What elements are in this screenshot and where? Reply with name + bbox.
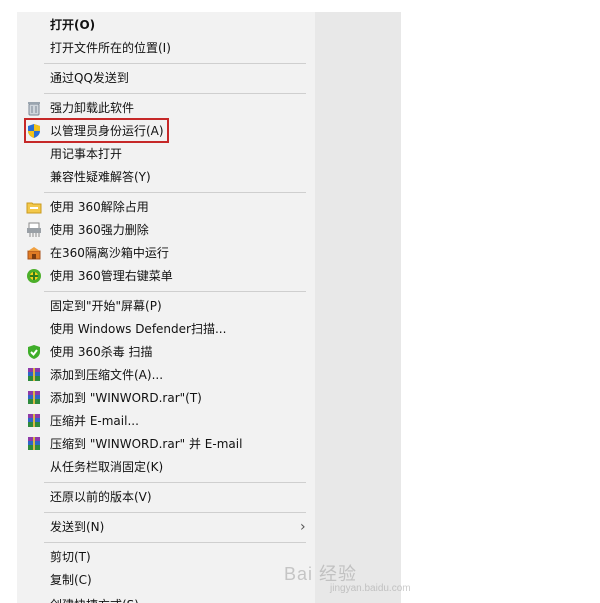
menu-item-label: 使用 360管理右键菜单 — [50, 269, 173, 283]
menu-item-label: 使用 360强力删除 — [50, 223, 149, 237]
menu-item-360-force-delete[interactable]: 使用 360强力删除 — [17, 219, 315, 241]
menu-item-open[interactable]: 打开(O) — [17, 14, 315, 36]
menu-item-label: 剪切(T) — [50, 550, 91, 564]
menu-item-force-uninstall[interactable]: 强力卸载此软件 — [17, 97, 315, 119]
menu-item-compress-rar-email[interactable]: 压缩到 "WINWORD.rar" 并 E-mail — [17, 433, 315, 455]
trash-icon — [28, 102, 40, 116]
context-menu: 打开(O) 打开文件所在的位置(I) 通过QQ发送到 强力卸载此软件 以管理员身… — [17, 12, 315, 603]
menu-item-label: 强力卸载此软件 — [50, 101, 135, 115]
menu-separator — [44, 192, 306, 193]
menu-item-360-antivirus-scan[interactable]: 使用 360杀毒 扫描 — [17, 341, 315, 363]
menu-item-add-to-winword-rar[interactable]: 添加到 "WINWORD.rar"(T) — [17, 387, 315, 409]
winrar-icon — [28, 391, 40, 404]
chevron-right-icon: › — [300, 519, 306, 535]
menu-item-restore-versions[interactable]: 还原以前的版本(V) — [17, 486, 315, 508]
sandbox-icon — [27, 247, 41, 260]
menu-item-send-to[interactable]: 发送到(N) › — [17, 516, 315, 538]
menu-item-create-shortcut[interactable]: 创建快捷方式(S) — [17, 594, 315, 603]
menu-item-label: 压缩并 E-mail... — [50, 414, 139, 428]
folder-unlock-icon — [26, 202, 42, 214]
antivirus-shield-icon — [28, 345, 40, 359]
menu-item-open-with-notepad[interactable]: 用记事本打开 — [17, 143, 315, 165]
menu-item-cut[interactable]: 剪切(T) — [17, 546, 315, 568]
menu-item-label: 从任务栏取消固定(K) — [50, 460, 164, 474]
menu-separator — [44, 512, 306, 513]
menu-item-label: 使用 Windows Defender扫描... — [50, 322, 227, 336]
menu-item-label: 添加到压缩文件(A)... — [50, 368, 164, 382]
menu-item-label: 创建快捷方式(S) — [50, 594, 139, 603]
menu-item-send-via-qq[interactable]: 通过QQ发送到 — [17, 67, 315, 89]
menu-separator — [44, 291, 306, 292]
menu-item-label: 固定到"开始"屏幕(P) — [50, 299, 162, 313]
menu-item-label: 打开(O) — [50, 18, 96, 32]
menu-item-360-sandbox[interactable]: 在360隔离沙箱中运行 — [17, 242, 315, 264]
shredder-icon — [27, 222, 41, 237]
menu-separator — [44, 542, 306, 543]
menu-item-label: 在360隔离沙箱中运行 — [50, 246, 169, 260]
menu-separator — [44, 93, 306, 94]
menu-item-label: 用记事本打开 — [50, 147, 123, 161]
menu-item-label: 还原以前的版本(V) — [50, 490, 152, 504]
menu-item-label: 复制(C) — [50, 573, 92, 587]
background-panel — [315, 12, 401, 603]
menu-separator — [44, 482, 306, 483]
menu-item-open-location[interactable]: 打开文件所在的位置(I) — [17, 37, 315, 59]
menu-item-label: 使用 360杀毒 扫描 — [50, 345, 153, 359]
menu-manager-icon — [27, 269, 41, 283]
watermark-url: jingyan.baidu.com — [330, 583, 411, 594]
winrar-icon — [28, 437, 40, 450]
winrar-icon — [28, 368, 40, 381]
menu-item-label: 打开文件所在的位置(I) — [50, 41, 171, 55]
menu-item-360-unlock[interactable]: 使用 360解除占用 — [17, 196, 315, 218]
menu-item-360-menu-manager[interactable]: 使用 360管理右键菜单 — [17, 265, 315, 287]
menu-item-compress-email[interactable]: 压缩并 E-mail... — [17, 410, 315, 432]
menu-item-add-to-archive[interactable]: 添加到压缩文件(A)... — [17, 364, 315, 386]
menu-item-pin-to-start[interactable]: 固定到"开始"屏幕(P) — [17, 295, 315, 317]
menu-item-label: 压缩到 "WINWORD.rar" 并 E-mail — [50, 437, 243, 451]
menu-item-label: 发送到(N) — [50, 520, 105, 534]
highlight-box — [24, 118, 169, 143]
menu-separator — [44, 63, 306, 64]
menu-item-unpin-taskbar[interactable]: 从任务栏取消固定(K) — [17, 456, 315, 478]
menu-item-copy[interactable]: 复制(C) — [17, 569, 315, 591]
menu-item-label: 兼容性疑难解答(Y) — [50, 170, 151, 184]
winrar-icon — [28, 414, 40, 427]
menu-item-label: 使用 360解除占用 — [50, 200, 149, 214]
menu-item-troubleshoot-compat[interactable]: 兼容性疑难解答(Y) — [17, 166, 315, 188]
menu-item-defender-scan[interactable]: 使用 Windows Defender扫描... — [17, 318, 315, 340]
menu-item-label: 通过QQ发送到 — [50, 71, 129, 85]
menu-item-label: 添加到 "WINWORD.rar"(T) — [50, 391, 202, 405]
